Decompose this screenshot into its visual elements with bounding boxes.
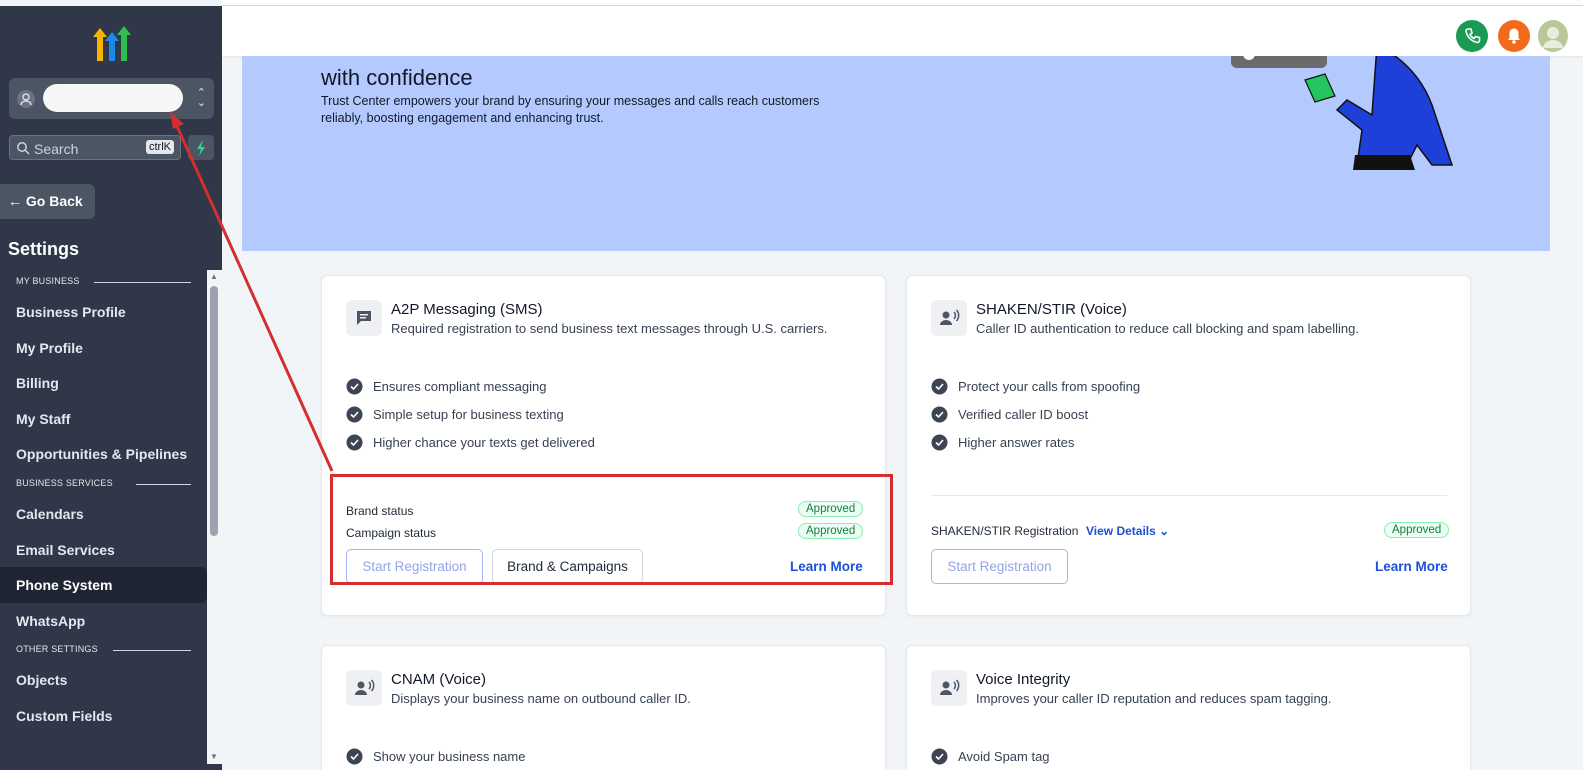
voice-user-icon [931, 670, 967, 706]
search-input[interactable]: Search ctrlK [9, 135, 181, 160]
check-circle-icon [346, 378, 363, 395]
avatar[interactable] [1538, 20, 1568, 52]
search-icon [17, 142, 30, 155]
learn-more-link[interactable]: Learn More [1375, 559, 1448, 574]
nav-item-my-profile[interactable]: My Profile [0, 330, 207, 366]
search-shortcut: ctrlK [146, 140, 174, 154]
user-icon [17, 90, 35, 108]
chevron-down-icon: ⌄ [1159, 524, 1170, 538]
voice-user-icon [346, 670, 382, 706]
check-circle-icon [931, 748, 948, 765]
shaken-status-badge: Approved [1384, 522, 1450, 538]
cnam-feature: Show your business name [346, 748, 525, 765]
scrollbar-thumb[interactable] [210, 286, 218, 536]
bell-icon[interactable] [1498, 20, 1530, 52]
voice-integrity-subtitle: Improves your caller ID reputation and r… [976, 691, 1332, 706]
voice-integrity-feature: Avoid Spam tag [931, 748, 1050, 765]
a2p-feature: Ensures compliant messaging [346, 378, 546, 395]
a2p-feature: Simple setup for business texting [346, 406, 564, 423]
search-placeholder: Search [34, 141, 79, 157]
shaken-registration-label: SHAKEN/STIR Registration [931, 524, 1079, 538]
sidebar-scrollbar[interactable]: ▲ ▼ [207, 270, 222, 764]
account-switcher[interactable]: ⌃ ⌄ [9, 78, 214, 119]
check-circle-icon [346, 434, 363, 451]
settings-title: Settings [8, 239, 80, 259]
top-bar [222, 6, 1583, 56]
nav-item-calendars[interactable]: Calendars [0, 496, 207, 532]
check-circle-icon [346, 406, 363, 423]
a2p-subtitle: Required registration to send business t… [391, 321, 828, 336]
check-circle-icon [931, 434, 948, 451]
quick-action-button[interactable] [188, 135, 214, 160]
nav-section-other-settings: OTHER SETTINGS [0, 638, 207, 662]
start-registration-button[interactable]: Start Registration [931, 549, 1068, 584]
shaken-subtitle: Caller ID authentication to reduce call … [976, 321, 1359, 336]
nav-item-business-profile[interactable]: Business Profile [0, 294, 207, 330]
annotation-highlight-box [330, 474, 893, 585]
nav-item-custom-fields[interactable]: Custom Fields [0, 698, 207, 734]
voice-user-icon [931, 300, 967, 336]
nav-item-objects[interactable]: Objects [0, 662, 207, 698]
cnam-subtitle: Displays your business name on outbound … [391, 691, 691, 706]
shaken-stir-card: SHAKEN/STIR (Voice) Caller ID authentica… [906, 275, 1471, 616]
view-details-link[interactable]: View Details ⌄ [1086, 524, 1169, 538]
shaken-title: SHAKEN/STIR (Voice) [976, 301, 1127, 318]
shaken-feature: Protect your calls from spoofing [931, 378, 1140, 395]
card-divider [931, 495, 1447, 496]
lightning-icon [197, 140, 205, 156]
a2p-feature: Higher chance your texts get delivered [346, 434, 595, 451]
cnam-card: CNAM (Voice) Displays your business name… [321, 645, 886, 770]
shaken-feature: Higher answer rates [931, 434, 1074, 451]
hero-title: with confidence [321, 65, 473, 90]
go-back-button[interactable]: ← Go Back [0, 184, 95, 219]
nav-item-opportunities[interactable]: Opportunities & Pipelines [0, 436, 207, 472]
nav-section-business-services: BUSINESS SERVICES [0, 472, 207, 496]
shaken-feature: Verified caller ID boost [931, 406, 1088, 423]
voice-integrity-card: Voice Integrity Improves your caller ID … [906, 645, 1471, 770]
nav-item-my-staff[interactable]: My Staff [0, 401, 207, 437]
phone-icon[interactable] [1456, 20, 1488, 52]
person-phone-illustration [1231, 56, 1454, 170]
check-circle-icon [346, 748, 363, 765]
nav-section-my-business: MY BUSINESS [0, 270, 207, 294]
scroll-up-icon[interactable]: ▲ [210, 272, 218, 281]
nav-item-billing[interactable]: Billing [0, 365, 207, 401]
nav-item-phone-system[interactable]: Phone System [0, 567, 207, 603]
nav-item-whatsapp[interactable]: WhatsApp [0, 603, 207, 639]
scroll-down-icon[interactable]: ▼ [210, 752, 218, 761]
trust-center-hero: with confidence Trust Center empowers yo… [242, 56, 1550, 251]
message-icon [346, 300, 382, 336]
go-back-label: Go Back [25, 193, 83, 209]
check-circle-icon [931, 406, 948, 423]
a2p-title: A2P Messaging (SMS) [391, 301, 543, 318]
chevron-updown-icon: ⌃ ⌄ [196, 87, 206, 109]
brand-logo [92, 24, 132, 66]
hero-description: Trust Center empowers your brand by ensu… [321, 94, 820, 125]
cnam-title: CNAM (Voice) [391, 671, 487, 688]
check-circle-icon [931, 378, 948, 395]
redacted-account-name [43, 84, 183, 112]
settings-nav: MY BUSINESS Business Profile My Profile … [0, 270, 207, 764]
arrow-left-icon: ← [8, 193, 22, 209]
voice-integrity-title: Voice Integrity [976, 671, 1071, 688]
nav-item-email-services[interactable]: Email Services [0, 532, 207, 568]
